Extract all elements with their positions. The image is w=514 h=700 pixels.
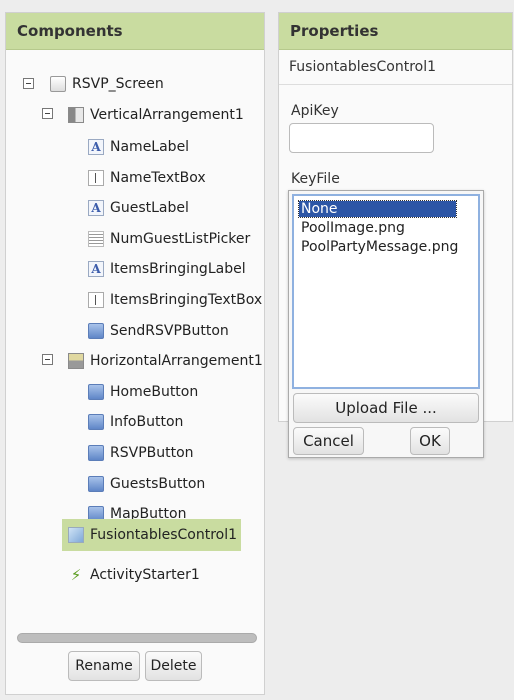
tree-node-label: ItemsBringingTextBox [110,292,263,308]
tree-node-label: RSVP_Screen [72,76,164,92]
vertical-arrangement-icon [68,107,84,123]
listpicker-icon [88,231,104,247]
collapse-toggle-vertical-arrangement[interactable] [42,108,53,119]
tree-node-itemsbringingtextbox[interactable]: ItemsBringingTextBox [88,289,262,311]
apikey-label: ApiKey [291,103,339,119]
screen-icon [50,76,66,92]
tree-node-infobutton[interactable]: InfoButton [88,411,183,433]
keyfile-chooser-popup: None PoolImage.png PoolPartyMessage.png … [288,190,484,458]
label-icon: A [88,261,104,277]
tree-node-guestlabel[interactable]: A GuestLabel [88,197,189,219]
tree-node-sendrsvpbutton[interactable]: SendRSVPButton [88,320,229,342]
properties-header: Properties [279,13,512,50]
apikey-input[interactable] [289,123,434,153]
tree-node-numguestlistpicker[interactable]: NumGuestListPicker [88,228,250,250]
button-icon [88,414,104,430]
fusiontables-icon [68,527,84,543]
tree-node-vertical-arrangement1[interactable]: VerticalArrangement1 [68,104,244,126]
horizontal-scrollbar[interactable] [17,633,257,643]
tree-node-label: VerticalArrangement1 [90,107,244,123]
tree-node-label: HomeButton [110,384,199,400]
tree-node-horizontal-arrangement1[interactable]: HorizontalArrangement1 [68,350,263,372]
keyfile-label: KeyFile [291,171,340,187]
tree-node-label: NameTextBox [110,170,206,186]
activity-starter-icon: ⚡ [70,566,82,584]
tree-node-namelabel[interactable]: A NameLabel [88,136,189,158]
tree-node-fusiontablescontrol1[interactable]: FusiontablesControl1 [62,519,242,551]
collapse-toggle-horizontal-arrangement[interactable] [42,354,53,365]
components-panel: Components RSVP_Screen VerticalArrangeme… [5,12,265,695]
horizontal-arrangement-icon [68,353,84,369]
components-header: Components [6,13,264,50]
button-icon [88,476,104,492]
tree-node-homebutton[interactable]: HomeButton [88,381,198,403]
tree-node-guestsbutton[interactable]: GuestsButton [88,473,205,495]
tree-node-rsvp-screen[interactable]: RSVP_Screen [50,73,164,95]
tree-node-label: HorizontalArrangement1 [90,353,263,369]
rename-button[interactable]: Rename [68,651,140,681]
tree-node-activitystarter1[interactable]: ⚡ ActivityStarter1 [68,564,200,586]
tree-node-label: ActivityStarter1 [90,567,200,583]
ok-button[interactable]: OK [410,427,450,455]
tree-node-label: NumGuestListPicker [110,231,251,247]
tree-node-label: FusiontablesControl1 [90,527,238,543]
selected-component-name: FusiontablesControl1 [279,49,512,85]
textbox-icon [88,170,104,186]
tree-node-label: InfoButton [110,414,184,430]
tree-node-label: GuestLabel [110,200,189,216]
tree-node-label: SendRSVPButton [110,323,229,339]
label-icon: A [88,200,104,216]
button-icon [88,384,104,400]
button-icon [88,323,104,339]
keyfile-option-poolpartymessage[interactable]: PoolPartyMessage.png [301,239,458,255]
delete-button[interactable]: Delete [145,651,202,681]
label-icon: A [88,139,104,155]
keyfile-listbox[interactable]: None PoolImage.png PoolPartyMessage.png [292,194,480,389]
button-icon [88,445,104,461]
tree-node-label: ItemsBringingLabel [110,261,246,277]
textbox-icon [88,292,104,308]
tree-node-itemsbringinglabel[interactable]: A ItemsBringingLabel [88,258,246,280]
tree-node-nametextbox[interactable]: NameTextBox [88,167,206,189]
keyfile-option-poolimage[interactable]: PoolImage.png [301,220,405,236]
tree-node-label: NameLabel [110,139,190,155]
tree-node-rsvpbutton[interactable]: RSVPButton [88,442,194,464]
upload-file-button[interactable]: Upload File ... [293,393,479,423]
tree-node-label: GuestsButton [110,476,206,492]
tree-node-label: RSVPButton [110,445,194,461]
keyfile-option-none[interactable]: None [298,200,457,218]
cancel-button[interactable]: Cancel [293,427,364,455]
collapse-toggle-screen[interactable] [23,78,34,89]
